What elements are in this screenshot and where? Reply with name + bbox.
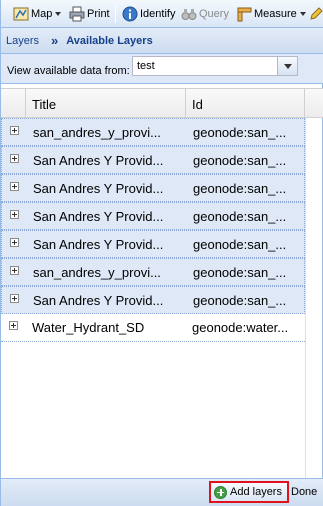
layer-title-cell: san_andres_y_provi... <box>33 125 161 140</box>
layer-id-cell: geonode:san_... <box>193 265 287 280</box>
layer-title-cell: San Andres Y Provid... <box>33 209 164 224</box>
source-dropdown-trigger[interactable] <box>278 56 298 76</box>
add-circle-icon <box>214 485 227 499</box>
query-label: Query <box>199 8 229 20</box>
breadcrumb-current: Available Layers <box>66 34 153 47</box>
source-combobox[interactable] <box>132 56 298 76</box>
expander-column-header <box>1 89 26 119</box>
layer-id-cell: geonode:san_... <box>193 293 287 308</box>
layer-title-cell: San Andres Y Provid... <box>33 181 164 196</box>
layer-id-cell: geonode:san_... <box>193 237 287 252</box>
chevron-down-icon <box>55 12 62 16</box>
breadcrumb-layers-link[interactable]: Layers <box>6 35 39 47</box>
expand-plus-icon[interactable] <box>10 294 19 303</box>
expand-plus-icon[interactable] <box>10 126 19 135</box>
done-button[interactable]: Done <box>291 486 317 498</box>
table-row[interactable]: San Andres Y Provid... geonode:san_... <box>1 146 305 174</box>
map-menu-button[interactable]: Map <box>13 4 62 24</box>
measure-menu-label: Measure <box>254 8 297 20</box>
layer-id-cell: geonode:san_... <box>193 181 287 196</box>
map-toolbar: Map Print Identify Query Measure <box>1 0 323 28</box>
layer-title-cell: San Andres Y Provid... <box>33 237 164 252</box>
available-layers-panel: Map Print Identify Query Measure Layers … <box>0 0 323 506</box>
printer-icon <box>69 6 85 22</box>
measure-menu-button[interactable]: Measure <box>236 4 306 24</box>
table-row[interactable]: san_andres_y_provi... geonode:san_... <box>1 118 305 146</box>
table-row[interactable]: San Andres Y Provid... geonode:san_... <box>1 174 305 202</box>
print-label: Print <box>87 8 110 20</box>
print-button[interactable]: Print <box>69 4 110 24</box>
layer-title-cell: San Andres Y Provid... <box>33 153 164 168</box>
edit-button[interactable] <box>308 4 323 24</box>
ruler-icon <box>236 6 252 22</box>
expand-plus-icon[interactable] <box>10 154 19 163</box>
source-input[interactable] <box>132 56 278 76</box>
binoculars-icon <box>181 6 197 22</box>
add-layers-button[interactable]: Add layers <box>209 481 289 503</box>
table-row[interactable]: san_andres_y_provi... geonode:san_... <box>1 258 305 286</box>
query-button[interactable]: Query <box>181 4 229 24</box>
layer-id-cell: geonode:san_... <box>193 209 287 224</box>
layer-title-cell: Water_Hydrant_SD <box>32 320 145 335</box>
grid-header: Title Id <box>1 88 323 119</box>
layer-id-cell: geonode:water... <box>192 320 289 335</box>
add-layers-label: Add layers <box>230 486 282 498</box>
table-row[interactable]: San Andres Y Provid... geonode:san_... <box>1 202 305 230</box>
grid-scroll-area[interactable] <box>305 118 322 478</box>
table-row[interactable]: Water_Hydrant_SD geonode:water... <box>1 314 305 342</box>
id-column-header[interactable]: Id <box>186 89 305 119</box>
source-label: View available data from: <box>7 65 130 77</box>
identify-label: Identify <box>140 8 176 20</box>
breadcrumb: Layers » Available Layers <box>1 28 323 54</box>
info-icon <box>122 6 138 22</box>
toolbar-divider <box>115 5 116 23</box>
expand-plus-icon[interactable] <box>10 210 19 219</box>
expand-plus-icon[interactable] <box>10 266 19 275</box>
expand-plus-icon[interactable] <box>10 238 19 247</box>
chevron-down-icon <box>283 63 292 69</box>
map-icon <box>13 6 29 22</box>
map-menu-label: Map <box>31 8 53 20</box>
expand-plus-icon[interactable] <box>9 321 18 330</box>
title-column-header[interactable]: Title <box>26 89 186 119</box>
layer-id-cell: geonode:san_... <box>193 125 287 140</box>
expand-plus-icon[interactable] <box>10 182 19 191</box>
table-row[interactable]: San Andres Y Provid... geonode:san_... <box>1 230 305 258</box>
chevron-down-icon <box>299 12 306 16</box>
layer-title-cell: san_andres_y_provi... <box>33 265 161 280</box>
identify-button[interactable]: Identify <box>122 4 175 24</box>
layer-title-cell: San Andres Y Provid... <box>33 293 164 308</box>
pencil-icon <box>308 6 323 22</box>
layer-id-cell: geonode:san_... <box>193 153 287 168</box>
table-row[interactable]: San Andres Y Provid... geonode:san_... <box>1 286 305 314</box>
double-chevron-right-icon: » <box>51 33 59 48</box>
